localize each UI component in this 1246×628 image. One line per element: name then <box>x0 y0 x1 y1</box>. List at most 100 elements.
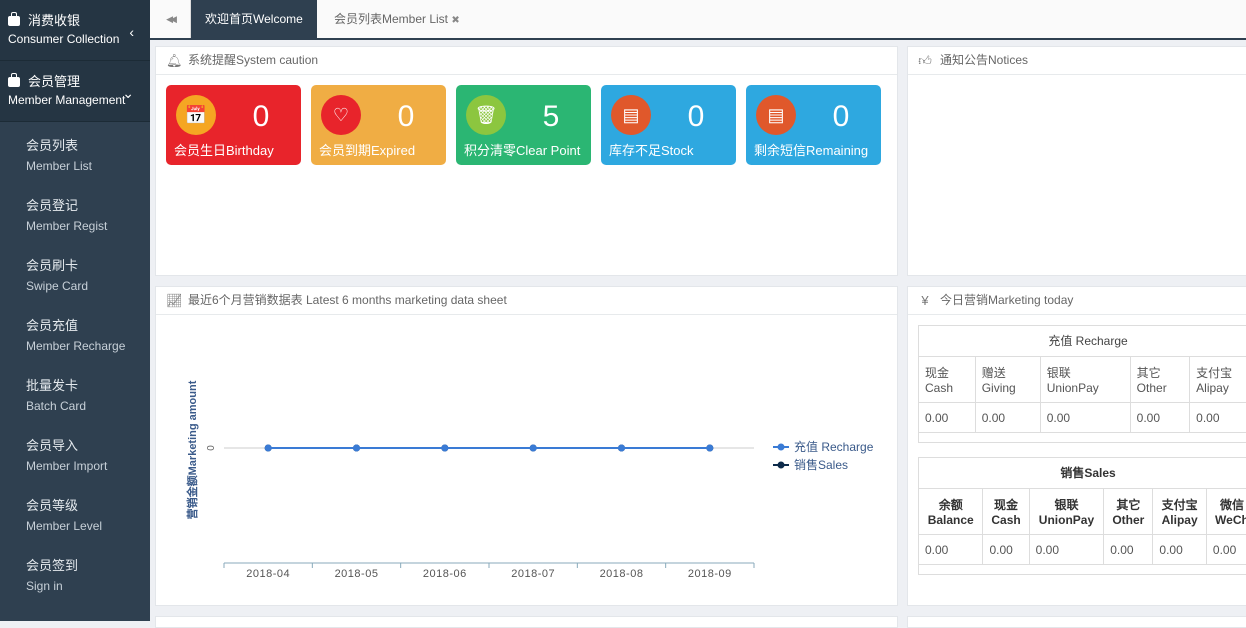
sidebar-item-member-recharge[interactable]: 会员充值 Member Recharge <box>0 308 150 368</box>
item-label-zh: 会员等级 <box>26 498 79 513</box>
bell-icon: 🔔︎ <box>166 52 183 68</box>
column-header: 其它 Other <box>1103 488 1154 535</box>
item-label-zh: 会员列表 <box>26 138 79 153</box>
table-cell: 0.00 <box>982 534 1030 565</box>
sidebar-item-member-regist[interactable]: 会员登记 Member Regist <box>0 188 150 248</box>
column-header: 余额 Balance <box>917 488 984 535</box>
group-label-zh: 消费收银 <box>28 13 81 28</box>
double-chevron-left-icon: ◀◀ <box>166 13 177 24</box>
recharge-table-grid: 现金 Cash 赠送 Giving 银联 UnionPay 其它 Other 支付宝 Alipay… <box>918 356 1246 443</box>
caution-card[interactable]: 📅 0 会员生日Birthday <box>166 85 301 165</box>
item-label-zh: 会员充值 <box>26 318 79 333</box>
table-cell: 0.00 <box>1205 534 1246 565</box>
sidebar: 消费收银 Consumer Collection ‹ 会员管理 Member M… <box>0 0 150 621</box>
card-label: 会员生日Birthday <box>174 143 274 158</box>
drawer-icon: ▤ <box>611 95 651 135</box>
bottom-panel-right <box>907 616 1246 628</box>
calendar-icon: 📅 <box>176 95 216 135</box>
column-header: 银联 UnionPay <box>1039 356 1131 403</box>
table-cell: 0.00 <box>1189 402 1246 433</box>
marketing-chart-panel: 📈︎ 最近6个月营销数据表 Latest 6 months marketing d… <box>155 286 898 606</box>
tab-scroll-left-button[interactable]: ◀◀ <box>150 0 191 38</box>
card-count: 0 <box>252 100 270 133</box>
system-caution-panel: 🔔︎ 系统提醒System caution 📅 0 会员生日Birthday ♡ 0 会员到… <box>155 46 898 276</box>
sidebar-item-sign-in[interactable]: 会员签到 Sign in <box>0 548 150 608</box>
x-tick-label: 2018-05 <box>335 568 379 580</box>
data-point <box>618 444 625 452</box>
table-cell: 0.00 <box>1152 534 1207 565</box>
sidebar-menu: 会员列表 Member List 会员登记 Member Regist 会员刷卡 Sw… <box>0 122 150 608</box>
card-count: 0 <box>687 100 705 133</box>
table-cell: 0.00 <box>974 402 1041 433</box>
item-label-zh: 会员签到 <box>26 558 79 573</box>
drawer-icon: ▤ <box>756 95 796 135</box>
panel-title: 最近6个月营销数据表 Latest 6 months marketing dat… <box>188 293 507 307</box>
notices-panel: 👍︎ 通知公告Notices <box>907 46 1246 276</box>
tab-welcome[interactable]: 欢迎首页Welcome <box>191 0 317 38</box>
caution-card[interactable]: ▤ 0 剩余短信Remaining <box>746 85 881 165</box>
legend-label: 充值 Recharge <box>794 439 874 454</box>
sidebar-item-member-level[interactable]: 会员等级 Member Level <box>0 488 150 548</box>
caution-card[interactable]: ▤ 0 库存不足Stock <box>601 85 736 165</box>
tab-label: 欢迎首页Welcome <box>205 12 303 26</box>
column-header: 支付宝 Alipay <box>1152 488 1207 535</box>
x-tick-label: 2018-04 <box>246 568 290 580</box>
sidebar-item-member-list[interactable]: 会员列表 Member List <box>0 128 150 188</box>
column-header: 其它 Other <box>1129 356 1191 403</box>
sales-table-title: 销售Sales <box>918 457 1246 488</box>
caution-card[interactable]: 🗑 5 积分清零Clear Point <box>456 85 591 165</box>
y-tick-label: 0 <box>206 445 217 451</box>
card-count: 5 <box>542 100 560 133</box>
caution-card[interactable]: ♡ 0 会员到期Expired <box>311 85 446 165</box>
card-label: 积分清零Clear Point <box>464 143 581 158</box>
panel-title: 系统提醒System caution <box>188 53 319 67</box>
sidebar-item-swipe-card[interactable]: 会员刷卡 Swipe Card <box>0 248 150 308</box>
data-point <box>264 444 272 452</box>
thumbs-up-icon: 👍︎ <box>918 52 932 68</box>
panel-title: 今日营销Marketing today <box>940 293 1074 307</box>
item-label-en: Batch Card <box>26 399 87 413</box>
tab-label: 会员列表Member List <box>334 12 449 26</box>
table-cell: 0.00 <box>1028 534 1105 565</box>
trash-icon: 🗑 <box>466 95 506 135</box>
legend-swatch-dot <box>777 461 785 469</box>
sales-table: 销售Sales 余额 Balance 现金 Cash 银联 UnionPay 其它 Other… <box>917 457 1246 575</box>
line-chart-icon: 📈︎ <box>166 292 183 308</box>
x-tick-label: 2018-09 <box>688 568 732 580</box>
card-label: 剩余短信Remaining <box>754 143 869 158</box>
sidebar-group-consumer-collection[interactable]: 消费收银 Consumer Collection ‹ <box>0 0 150 61</box>
card-label: 库存不足Stock <box>609 143 694 158</box>
column-header: 银联 UnionPay <box>1028 488 1105 535</box>
heart-icon: ♡ <box>321 95 361 135</box>
table-cell: 0.00 <box>918 402 976 433</box>
panel-header: 🔔︎ 系统提醒System caution <box>156 47 897 75</box>
column-header: 赠送 Giving <box>974 356 1041 403</box>
item-label-en: Member List <box>26 159 93 173</box>
data-point <box>441 444 449 452</box>
sidebar-item-member-import[interactable]: 会员导入 Member Import <box>0 428 150 488</box>
item-label-zh: 会员刷卡 <box>26 258 79 273</box>
tab-member-list[interactable]: 会员列表Member List ✖ <box>320 0 474 38</box>
x-tick-label: 2018-07 <box>511 568 555 580</box>
item-label-zh: 会员导入 <box>26 438 79 453</box>
group-label-en: Consumer Collection <box>8 32 120 46</box>
chevron-left-icon: ‹ <box>129 24 134 40</box>
column-header: 现金 Cash <box>918 356 976 403</box>
item-label-en: Sign in <box>26 579 63 593</box>
panel-header: ¥ 今日营销Marketing today <box>908 287 1246 315</box>
item-label-en: Member Import <box>26 459 108 473</box>
recharge-table-title: 充值 Recharge <box>918 325 1246 356</box>
yen-icon: ¥ <box>921 292 929 308</box>
sidebar-item-batch-card[interactable]: 批量发卡 Batch Card <box>0 368 150 428</box>
x-tick-label: 2018-08 <box>600 568 644 580</box>
card-count: 0 <box>397 100 415 133</box>
panel-header: 📈︎ 最近6个月营销数据表 Latest 6 months marketing d… <box>156 287 897 315</box>
group-label-zh: 会员管理 <box>28 74 81 89</box>
sidebar-group-member-management[interactable]: 会员管理 Member Management ⌄ <box>0 61 150 122</box>
item-label-zh: 会员登记 <box>26 198 79 213</box>
close-icon[interactable]: ✖ <box>451 15 459 26</box>
panel-title: 通知公告Notices <box>940 53 1029 67</box>
y-axis-label: 营销金额Marketing amount <box>185 380 199 519</box>
panel-header: 👍︎ 通知公告Notices <box>908 47 1246 75</box>
marketing-today-panel: ¥ 今日营销Marketing today 充值 Recharge 现金 Cash 赠… <box>907 286 1246 606</box>
